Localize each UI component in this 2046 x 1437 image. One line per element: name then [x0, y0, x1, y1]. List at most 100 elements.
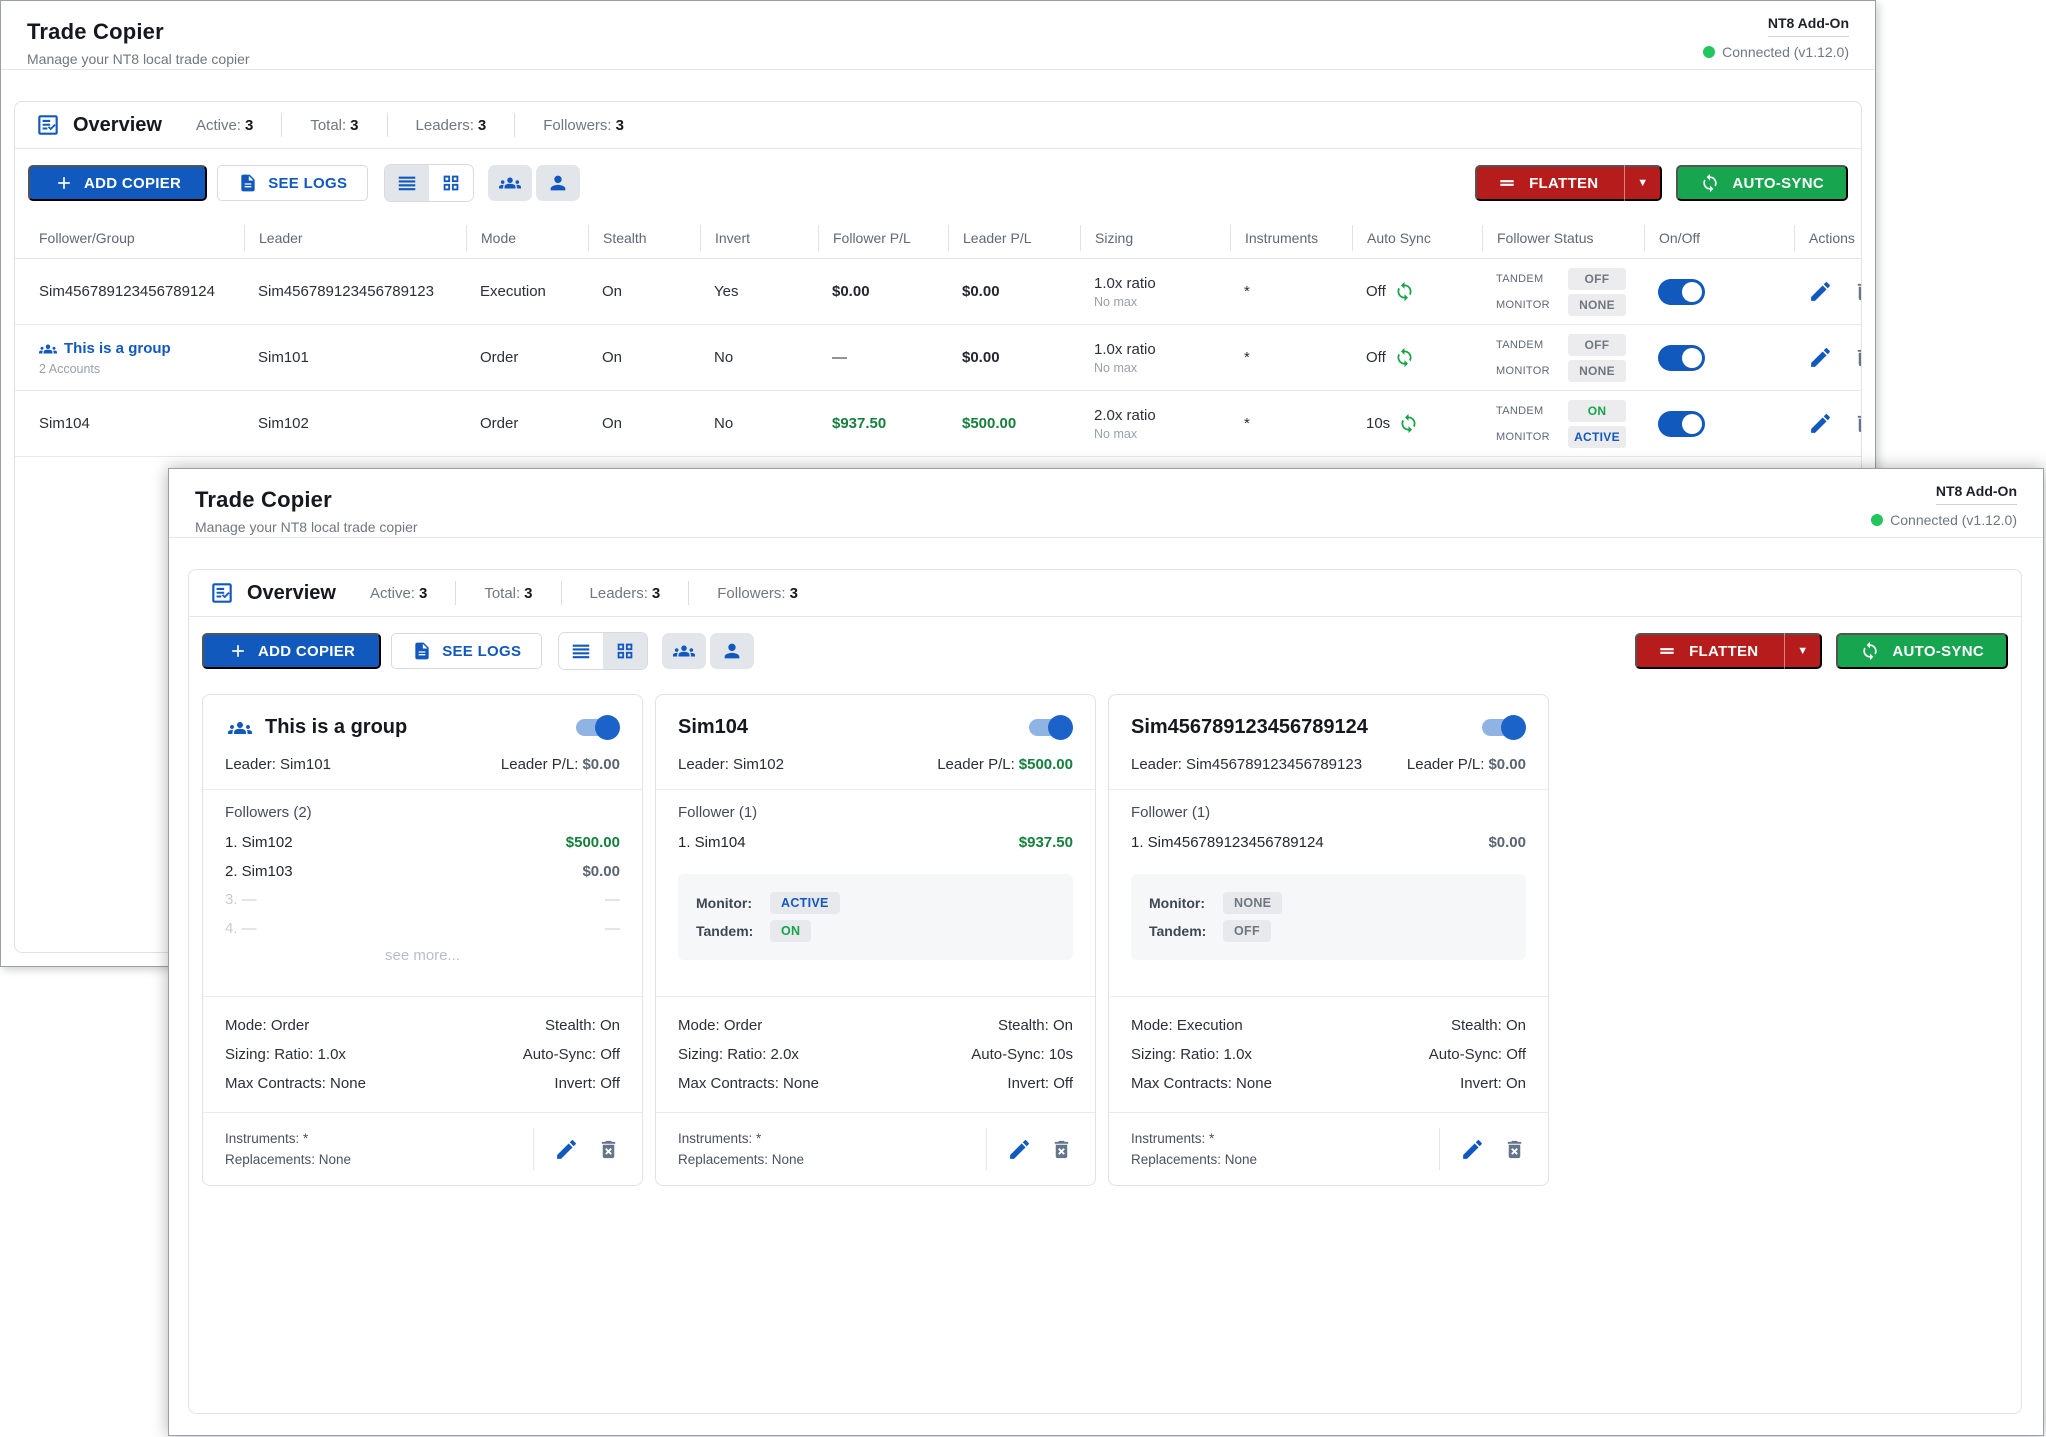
edit-icon[interactable] [1808, 345, 1833, 370]
cell-auto-sync: Off [1366, 283, 1386, 300]
person-filter-button[interactable] [710, 633, 754, 669]
list-view-button[interactable] [385, 165, 429, 201]
window-header: Trade Copier Manage your NT8 local trade… [169, 469, 2043, 569]
connected-dot-icon [1871, 514, 1883, 526]
tandem-badge: ON [1568, 400, 1626, 422]
max-contracts-value: Max Contracts: None [225, 1069, 366, 1098]
col-actions: Actions [1794, 225, 1861, 251]
delete-icon[interactable] [1853, 280, 1862, 303]
edit-icon[interactable] [1460, 1137, 1485, 1162]
table-row: Sim456789123456789124 Sim456789123456789… [15, 259, 1861, 325]
col-stealth: Stealth [588, 225, 700, 251]
groups-icon [673, 640, 695, 662]
overview-stats: Active:3 Total:3 Leaders:3 Followers:3 [370, 581, 798, 605]
delete-icon[interactable] [1853, 412, 1862, 435]
onoff-toggle[interactable] [1658, 345, 1705, 371]
autosync-value: Auto-Sync: Off [1429, 1040, 1526, 1069]
monitor-badge: ACTIVE [770, 892, 840, 914]
toolbar: ADD COPIER SEE LOGS FLATTEN ▼ [189, 617, 2021, 685]
see-logs-button[interactable]: SEE LOGS [217, 165, 368, 201]
flatten-dropdown-button[interactable]: ▼ [1624, 165, 1660, 201]
card-onoff-toggle[interactable] [1027, 715, 1073, 740]
invert-value: Invert: On [1460, 1069, 1526, 1098]
cell-stealth: On [588, 349, 700, 366]
monitor-label: MONITOR [1496, 299, 1568, 311]
group-link[interactable]: This is a group [39, 340, 244, 358]
cell-instruments: * [1230, 349, 1352, 366]
sizing-value: Sizing: Ratio: 2.0x [678, 1040, 799, 1069]
mode-value: Mode: Order [225, 1011, 309, 1040]
auto-sync-button[interactable]: AUTO-SYNC [1676, 165, 1848, 201]
flatten-button[interactable]: FLATTEN ▼ [1475, 165, 1662, 201]
card-onoff-toggle[interactable] [574, 715, 620, 740]
sync-icon [1860, 641, 1880, 661]
connection-status: Connected (v1.12.0) [1703, 44, 1849, 60]
onoff-toggle[interactable] [1658, 411, 1705, 437]
cell-auto-sync: Off [1366, 349, 1386, 366]
see-logs-button[interactable]: SEE LOGS [391, 633, 542, 669]
stat-total: Total:3 [310, 117, 358, 134]
col-leader: Leader [244, 225, 466, 251]
cell-sizing: 2.0x ratio [1094, 407, 1230, 424]
cell-follower-pl: — [818, 349, 948, 366]
monitor-label: MONITOR [1496, 431, 1568, 443]
copier-cards: This is a group Leader: Sim101 Leader P/… [189, 685, 2021, 1195]
see-more-link[interactable]: see more... [225, 947, 620, 964]
cell-auto-sync: 10s [1366, 415, 1390, 432]
edit-icon[interactable] [1808, 411, 1833, 436]
list-view-button[interactable] [559, 633, 603, 669]
group-filter-toggle [662, 633, 754, 669]
auto-sync-button[interactable]: AUTO-SYNC [1836, 633, 2008, 669]
sync-icon[interactable] [1394, 281, 1415, 302]
card-leader-pl: Leader P/L:$500.00 [937, 756, 1073, 773]
add-copier-button[interactable]: ADD COPIER [28, 165, 207, 201]
edit-icon[interactable] [1808, 279, 1833, 304]
connection-status: Connected (v1.12.0) [1871, 512, 2017, 528]
addon-badge: NT8 Add-On [1936, 483, 2017, 505]
onoff-toggle[interactable] [1658, 279, 1705, 305]
follower-item: 1. Sim104$937.50 [678, 829, 1073, 858]
stat-leaders: Leaders:3 [416, 117, 487, 134]
grid-view-button[interactable] [429, 165, 473, 201]
delete-icon[interactable] [1050, 1138, 1073, 1161]
sync-icon[interactable] [1398, 413, 1419, 434]
groups-filter-button[interactable] [662, 633, 706, 669]
card-settings-section: Mode: OrderStealth: On Sizing: Ratio: 1.… [203, 996, 642, 1112]
tandem-badge: OFF [1568, 268, 1626, 290]
col-onoff: On/Off [1644, 225, 1794, 251]
group-accounts: 2 Accounts [39, 362, 244, 376]
grid-icon [440, 172, 462, 194]
cell-leader: Sim102 [244, 415, 466, 432]
monitor-label: Monitor: [1149, 895, 1223, 911]
overview-icon [209, 580, 235, 606]
groups-filter-button[interactable] [488, 165, 532, 201]
follower-item-empty: 4. —— [225, 915, 620, 944]
sync-icon[interactable] [1394, 347, 1415, 368]
flatten-button[interactable]: FLATTEN ▼ [1635, 633, 1822, 669]
delete-icon[interactable] [1853, 346, 1862, 369]
card-followers-section: Follower (1) 1. Sim456789123456789124$0.… [1109, 790, 1548, 996]
card-followers-section: Follower (1) 1. Sim104$937.50 Monitor:AC… [656, 790, 1095, 996]
view-mode-toggle [558, 632, 648, 670]
sizing-value: Sizing: Ratio: 1.0x [225, 1040, 346, 1069]
copier-card: Sim456789123456789124 Leader: Sim4567891… [1108, 694, 1549, 1186]
delete-icon[interactable] [1503, 1138, 1526, 1161]
flatten-dropdown-button[interactable]: ▼ [1784, 633, 1820, 669]
cell-mode: Execution [466, 283, 588, 300]
grid-view-button[interactable] [603, 633, 647, 669]
card-onoff-toggle[interactable] [1480, 715, 1526, 740]
addon-badge: NT8 Add-On [1768, 15, 1849, 37]
sync-icon [1700, 173, 1720, 193]
add-copier-button[interactable]: ADD COPIER [202, 633, 381, 669]
cell-leader: Sim101 [244, 349, 466, 366]
delete-icon[interactable] [597, 1138, 620, 1161]
stat-active: Active:3 [196, 117, 253, 134]
edit-icon[interactable] [1007, 1137, 1032, 1162]
person-filter-button[interactable] [536, 165, 580, 201]
connected-dot-icon [1703, 46, 1715, 58]
card-settings-section: Mode: OrderStealth: On Sizing: Ratio: 2.… [656, 996, 1095, 1112]
edit-icon[interactable] [554, 1137, 579, 1162]
stat-leaders: Leaders:3 [590, 585, 661, 602]
overview-header: Overview Active:3 Total:3 Leaders:3 Foll… [15, 102, 1861, 149]
cell-sizing-sub: No max [1094, 427, 1230, 441]
